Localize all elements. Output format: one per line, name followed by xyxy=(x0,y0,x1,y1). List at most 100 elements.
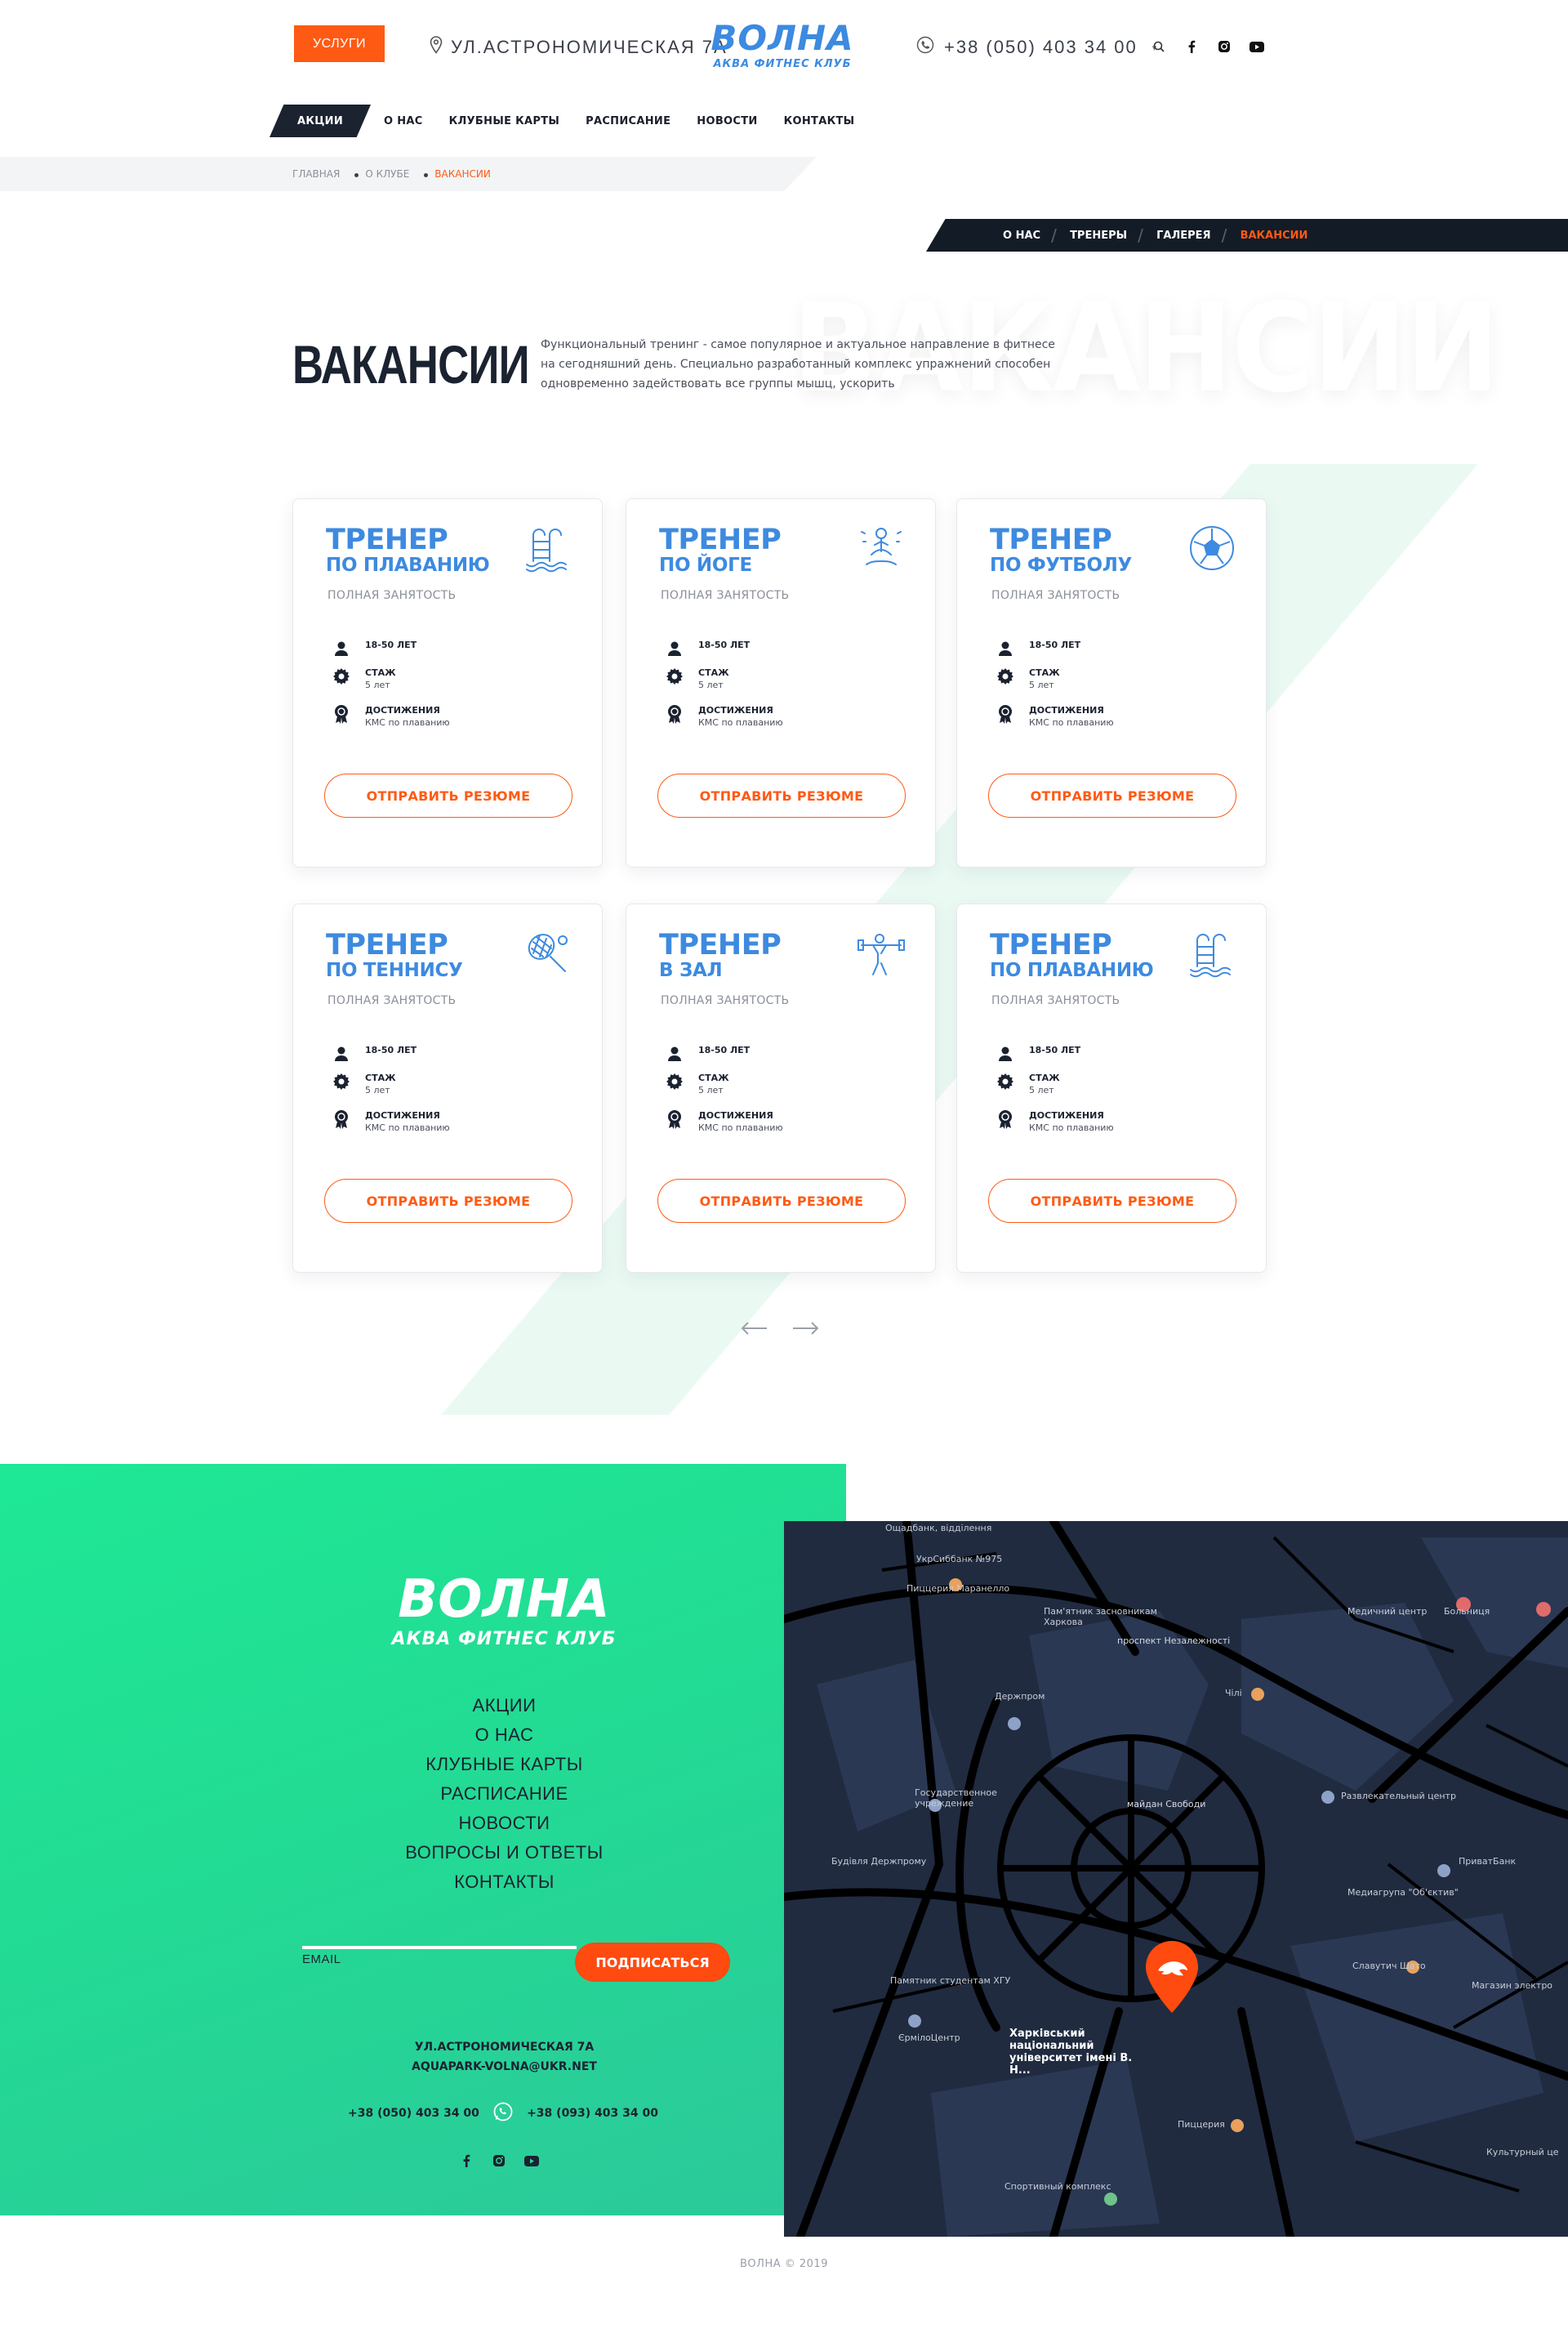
nav-item-contacts[interactable]: КОНТАКТЫ xyxy=(771,105,868,137)
person-icon xyxy=(332,640,350,658)
vacancy-experience-label: СТАЖ xyxy=(365,1073,396,1083)
footer-phone-1[interactable]: +38 (050) 403 34 00 xyxy=(348,2107,479,2120)
footer-menu-about[interactable]: О НАС xyxy=(359,1720,649,1750)
vacancy-employment: ПОЛНАЯ ЗАНЯТОСТЬ xyxy=(991,589,1120,602)
club-location-pin-icon[interactable] xyxy=(1143,1939,1200,2014)
arrow-left-icon[interactable] xyxy=(740,1318,769,1338)
swimming-pool-icon xyxy=(522,522,574,574)
email-input[interactable]: EMAIL xyxy=(302,1952,341,1966)
location-map[interactable]: Ощадбанк, відділення УкрСиббанк №975 Пиц… xyxy=(784,1521,1568,2237)
vacancy-age-row: 18-50 ЛЕТ xyxy=(332,640,416,658)
map-streets xyxy=(784,1521,1568,2237)
map-label: Развлекательный центр xyxy=(1341,1791,1456,1801)
vacancy-age: 18-50 ЛЕТ xyxy=(1029,1045,1081,1055)
subnav-item-vacancies[interactable]: ВАКАНСИИ xyxy=(1222,225,1323,245)
footer-menu-contacts[interactable]: КОНТАКТЫ xyxy=(359,1867,649,1897)
whatsapp-icon[interactable] xyxy=(492,2101,514,2126)
subnav-item-about[interactable]: О НАС xyxy=(988,230,1055,242)
pagination-arrows xyxy=(740,1318,820,1338)
facebook-icon[interactable] xyxy=(1184,39,1199,54)
vacancy-achievements-value: КМС по плаванию xyxy=(365,1122,450,1133)
vacancy-card: ТРЕНЕР ПО ЙОГЕ ПОЛНАЯ ЗАНЯТОСТЬ 18-50 ЛЕТ СТ… xyxy=(626,498,936,868)
facebook-icon[interactable] xyxy=(459,2153,474,2168)
vacancy-achievements-label: ДОСТИЖЕНИЯ xyxy=(365,1110,440,1121)
footer-menu-news[interactable]: НОВОСТИ xyxy=(359,1809,649,1838)
medal-icon xyxy=(996,705,1014,724)
header-icons xyxy=(1152,39,1264,54)
section-subnav: О НАС ТРЕНЕРЫ ГАЛЕРЕЯ ВАКАНСИИ xyxy=(926,219,1568,252)
footer-email[interactable]: AQUAPARK-VOLNA@UKR.NET xyxy=(359,2057,649,2077)
nav-item-promotions[interactable]: АКЦИИ xyxy=(270,105,372,137)
vacancy-experience-row: СТАЖ 5 лет xyxy=(332,1073,396,1097)
footer-contacts: УЛ.АСТРОНОМИЧЕСКАЯ 7А AQUAPARK-VOLNA@UKR… xyxy=(359,2037,649,2077)
footer-phones: +38 (050) 403 34 00 +38 (093) 403 34 00 xyxy=(348,2101,658,2126)
nav-item-club-cards[interactable]: КЛУБНЫЕ КАРТЫ xyxy=(436,105,573,137)
youtube-icon[interactable] xyxy=(1250,39,1264,54)
breadcrumb-club[interactable]: О КЛУБЕ xyxy=(354,168,409,180)
vacancy-achievements-row: ДОСТИЖЕНИЯ КМС по плаванию xyxy=(996,1110,1114,1135)
send-resume-button[interactable]: ОТПРАВИТЬ РЕЗЮМЕ xyxy=(657,774,906,818)
send-resume-button[interactable]: ОТПРАВИТЬ РЕЗЮМЕ xyxy=(657,1179,906,1223)
footer-logo[interactable]: ВОЛНА АКВА ФИТНЕС КЛУБ xyxy=(369,1569,639,1649)
vacancy-employment: ПОЛНАЯ ЗАНЯТОСТЬ xyxy=(661,994,790,1007)
map-label: Спортивный комплекс xyxy=(1004,2181,1111,2192)
send-resume-button[interactable]: ОТПРАВИТЬ РЕЗЮМЕ xyxy=(324,1179,572,1223)
send-resume-button[interactable]: ОТПРАВИТЬ РЕЗЮМЕ xyxy=(988,1179,1236,1223)
map-label: Славутич Шато xyxy=(1352,1961,1426,1971)
location-pin-icon xyxy=(430,36,443,59)
footer-menu-schedule[interactable]: РАСПИСАНИЕ xyxy=(359,1779,649,1809)
header-phone[interactable]: +38 (050) 403 34 00 ▾ xyxy=(916,36,1158,59)
medal-icon xyxy=(996,1110,1014,1129)
footer-phone-2[interactable]: +38 (093) 403 34 00 xyxy=(527,2107,658,2120)
services-button[interactable]: УСЛУГИ xyxy=(294,25,385,62)
vacancy-card: ТРЕНЕР В ЗАЛ ПОЛНАЯ ЗАНЯТОСТЬ 18-50 ЛЕТ СТАЖ… xyxy=(626,903,936,1273)
vacancy-subtitle: ПО ФУТБОЛУ xyxy=(990,555,1132,576)
nav-item-news[interactable]: НОВОСТИ xyxy=(684,105,770,137)
footer-menu-club-cards[interactable]: КЛУБНЫЕ КАРТЫ xyxy=(359,1750,649,1779)
search-icon[interactable] xyxy=(1152,39,1166,54)
vacancy-experience-label: СТАЖ xyxy=(698,667,729,678)
vacancy-age-row: 18-50 ЛЕТ xyxy=(996,1045,1080,1063)
vacancy-experience-label: СТАЖ xyxy=(1029,1073,1060,1083)
map-label: Харківський національний університет іме… xyxy=(1009,2028,1133,2077)
instagram-icon[interactable] xyxy=(1217,39,1232,54)
weightlifting-icon xyxy=(855,927,907,979)
arrow-right-icon[interactable] xyxy=(791,1318,820,1338)
send-resume-button[interactable]: ОТПРАВИТЬ РЕЗЮМЕ xyxy=(324,774,572,818)
vacancy-subtitle: В ЗАЛ xyxy=(659,960,723,981)
vacancy-employment: ПОЛНАЯ ЗАНЯТОСТЬ xyxy=(661,589,790,602)
nav-item-schedule[interactable]: РАСПИСАНИЕ xyxy=(572,105,684,137)
subscribe-button[interactable]: ПОДПИСАТЬСЯ xyxy=(575,1943,730,1982)
map-label: ПриватБанк xyxy=(1459,1856,1517,1867)
map-label: Пиццерия xyxy=(1178,2119,1225,2130)
send-resume-button[interactable]: ОТПРАВИТЬ РЕЗЮМЕ xyxy=(988,774,1236,818)
subnav-item-gallery[interactable]: ГАЛЕРЕЯ xyxy=(1138,225,1225,245)
footer-logo-word: ВОЛНА xyxy=(398,1569,610,1630)
vacancy-achievements-row: ДОСТИЖЕНИЯ КМС по плаванию xyxy=(332,705,450,729)
vacancy-achievements-value: КМС по плаванию xyxy=(698,717,783,728)
vacancy-achievements-row: ДОСТИЖЕНИЯ КМС по плаванию xyxy=(666,705,783,729)
footer-menu-faq[interactable]: ВОПРОСЫ И ОТВЕТЫ xyxy=(359,1838,649,1867)
vacancy-experience-label: СТАЖ xyxy=(698,1073,729,1083)
logo[interactable]: ВОЛНА АКВА ФИТНЕС КЛУБ xyxy=(704,21,861,74)
vacancy-experience-row: СТАЖ 5 лет xyxy=(666,667,729,692)
vacancy-title: ТРЕНЕР xyxy=(326,929,448,961)
instagram-icon[interactable] xyxy=(492,2153,506,2168)
footer-menu-promotions[interactable]: АКЦИИ xyxy=(359,1691,649,1720)
vacancy-experience-value: 5 лет xyxy=(698,1085,724,1095)
main-nav: АКЦИИ О НАС КЛУБНЫЕ КАРТЫ РАСПИСАНИЕ НОВ… xyxy=(270,105,867,137)
map-street-label: проспект Незалежності xyxy=(1117,1635,1231,1646)
vacancy-employment: ПОЛНАЯ ЗАНЯТОСТЬ xyxy=(327,994,457,1007)
vacancy-achievements-value: КМС по плаванию xyxy=(365,717,450,728)
vacancy-achievements-row: ДОСТИЖЕНИЯ КМС по плаванию xyxy=(666,1110,783,1135)
youtube-icon[interactable] xyxy=(524,2153,539,2168)
breadcrumb-club-label: О КЛУБЕ xyxy=(365,168,410,180)
gear-icon xyxy=(666,667,684,685)
vacancy-title: ТРЕНЕР xyxy=(990,524,1112,556)
person-icon xyxy=(666,640,684,658)
map-label: Ощадбанк, відділення xyxy=(885,1523,992,1533)
subnav-item-trainers[interactable]: ТРЕНЕРЫ xyxy=(1051,225,1142,245)
breadcrumb-home[interactable]: ГЛАВНАЯ xyxy=(292,168,340,180)
nav-item-about[interactable]: О НАС xyxy=(371,105,436,137)
logo-subtitle: АКВА ФИТНЕС КЛУБ xyxy=(713,58,852,70)
